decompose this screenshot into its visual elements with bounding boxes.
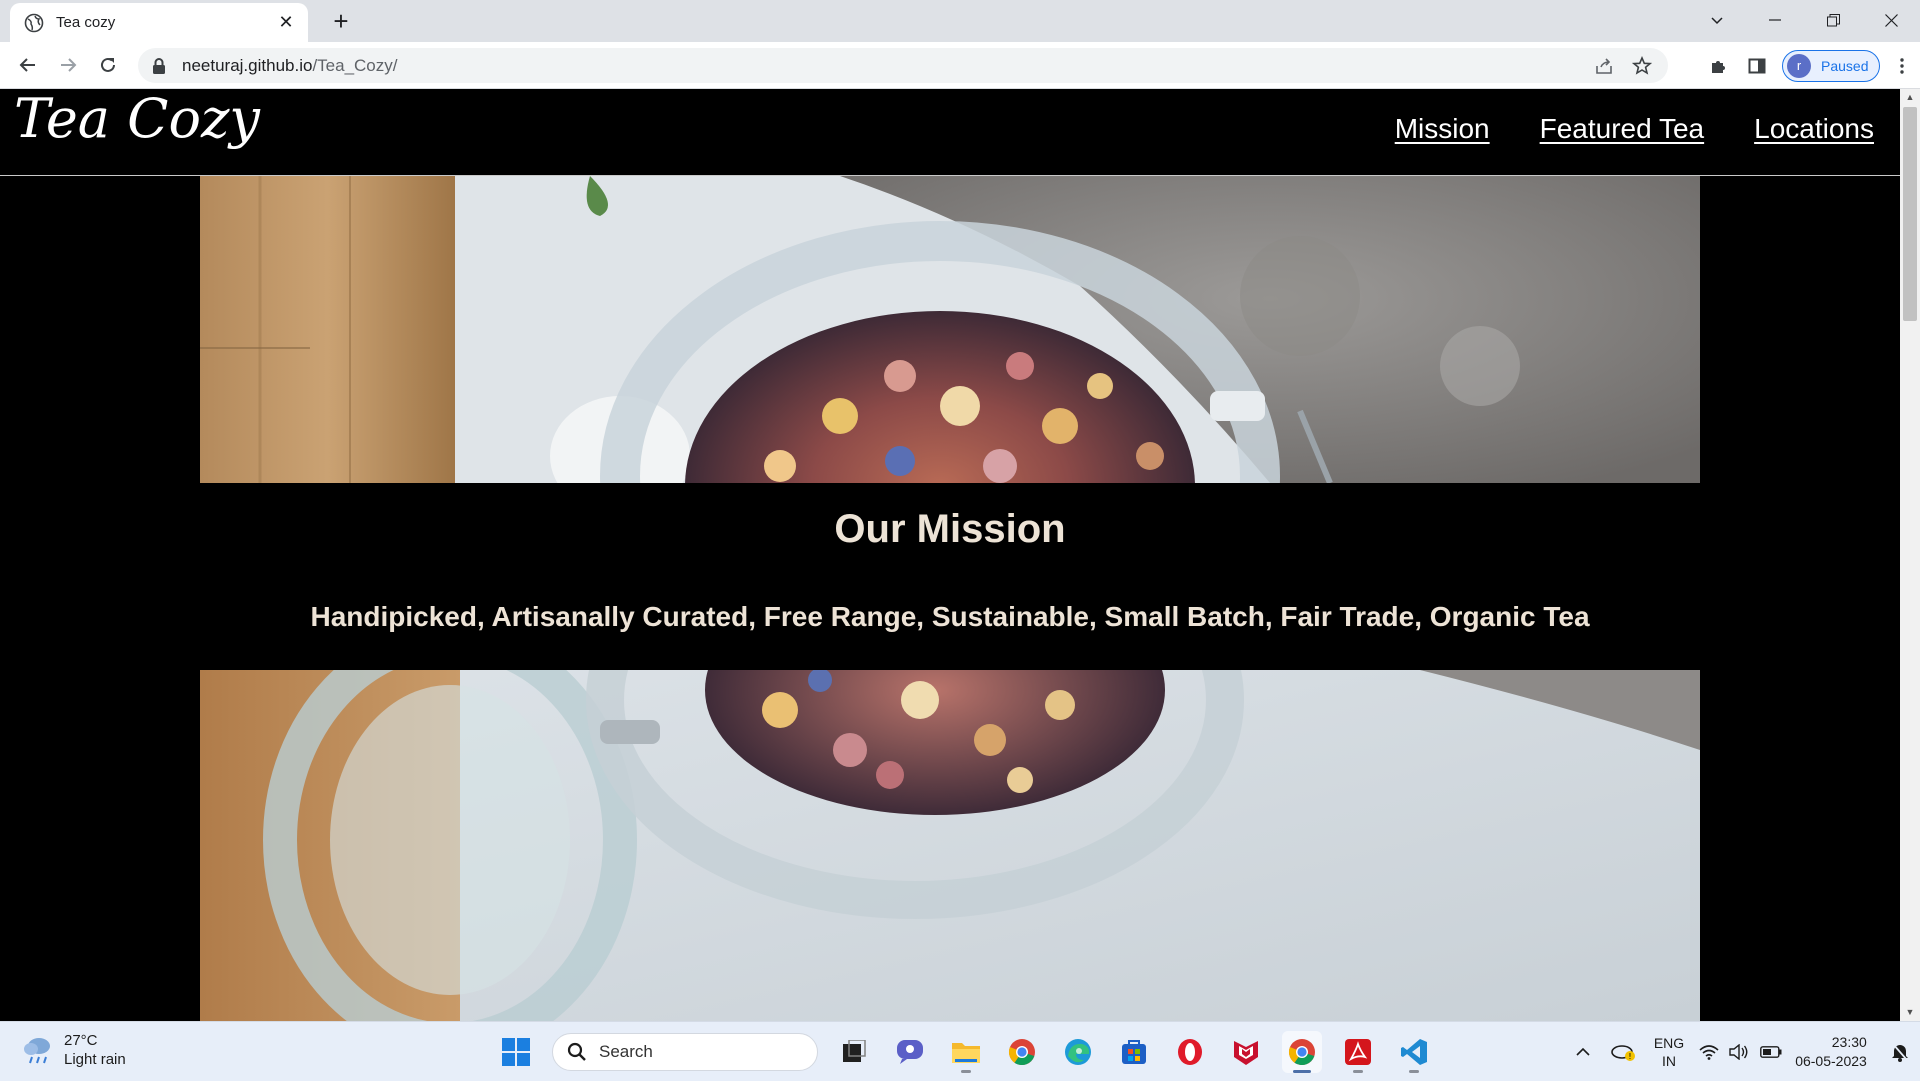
- region-code: IN: [1662, 1052, 1676, 1069]
- running-indicator: [1353, 1070, 1363, 1073]
- chrome-active-icon[interactable]: [1282, 1031, 1322, 1073]
- notification-bell-icon[interactable]: [1886, 1022, 1914, 1081]
- clock-time: 23:30: [1831, 1033, 1867, 1050]
- page-viewport: Tea Cozy Mission Featured Tea Locations: [0, 89, 1900, 1021]
- hero-image-tea-jar: [200, 176, 1700, 483]
- browser-toolbar: neeturaj.github.io/Tea_Cozy/ r Paused: [0, 42, 1920, 89]
- url-text: neeturaj.github.io/Tea_Cozy/: [182, 56, 397, 76]
- browser-tab-strip: Tea cozy ✕ +: [0, 0, 1920, 42]
- url-path: /Tea_Cozy/: [312, 55, 398, 75]
- weather-description: Light rain: [64, 1051, 126, 1068]
- teams-chat-icon[interactable]: [890, 1031, 930, 1073]
- browser-tab[interactable]: Tea cozy ✕: [10, 3, 308, 42]
- toolbar-right: r Paused: [1700, 48, 1920, 83]
- nav-link-featured-tea[interactable]: Featured Tea: [1540, 113, 1705, 145]
- url-host: neeturaj.github.io: [182, 55, 313, 75]
- battery-icon[interactable]: [1754, 1022, 1788, 1081]
- scroll-up-arrow-icon[interactable]: ▲: [1900, 89, 1920, 106]
- clock-date: 06-05-2023: [1795, 1052, 1867, 1069]
- scrollbar-thumb[interactable]: [1903, 107, 1917, 321]
- svg-text:!: !: [1628, 1052, 1631, 1061]
- microsoft-store-icon[interactable]: [1114, 1031, 1154, 1073]
- rain-cloud-icon: [24, 1038, 50, 1064]
- onedrive-warning-icon[interactable]: !: [1602, 1022, 1644, 1081]
- chevron-up-icon[interactable]: [1564, 1022, 1602, 1081]
- mcafee-icon[interactable]: [1226, 1031, 1266, 1073]
- vertical-scrollbar[interactable]: ▲ ▼: [1900, 89, 1920, 1021]
- clock[interactable]: 23:30 06-05-2023: [1788, 1022, 1874, 1081]
- extensions-puzzle-icon[interactable]: [1700, 48, 1738, 83]
- taskbar-search[interactable]: Search: [552, 1033, 818, 1071]
- weather-temperature: 27°C: [64, 1032, 98, 1049]
- reload-icon[interactable]: [92, 49, 124, 81]
- profile-status: Paused: [1821, 57, 1869, 74]
- mission-title: Our Mission: [834, 507, 1066, 551]
- taskbar-apps: Search: [496, 1029, 1434, 1075]
- running-indicator: [961, 1070, 971, 1073]
- speaker-icon[interactable]: [1724, 1022, 1754, 1081]
- chrome-icon[interactable]: [1002, 1031, 1042, 1073]
- wifi-icon[interactable]: [1694, 1022, 1724, 1081]
- search-icon: [567, 1042, 586, 1061]
- windows-start-icon[interactable]: [496, 1031, 536, 1073]
- side-panel-icon[interactable]: [1738, 48, 1776, 83]
- active-indicator: [1293, 1070, 1311, 1073]
- site-nav: Mission Featured Tea Locations: [1395, 113, 1874, 145]
- task-view-icon[interactable]: [834, 1031, 874, 1073]
- acrobat-icon[interactable]: [1338, 1031, 1378, 1073]
- vscode-icon[interactable]: [1394, 1031, 1434, 1073]
- back-arrow-icon[interactable]: [12, 49, 44, 81]
- tab-close-icon[interactable]: ✕: [276, 12, 296, 33]
- restore-button[interactable]: [1804, 0, 1862, 40]
- opera-icon[interactable]: [1170, 1031, 1210, 1073]
- tab-search-icon[interactable]: [1688, 0, 1746, 40]
- site-header: Tea Cozy Mission Featured Tea Locations: [0, 89, 1900, 176]
- profile-button[interactable]: r Paused: [1782, 49, 1880, 82]
- kebab-menu-icon[interactable]: [1890, 48, 1914, 83]
- window-controls: [1688, 0, 1920, 40]
- scroll-down-arrow-icon[interactable]: ▼: [1900, 1004, 1920, 1021]
- taskbar-search-label: Search: [599, 1042, 653, 1061]
- address-bar[interactable]: neeturaj.github.io/Tea_Cozy/: [138, 48, 1668, 83]
- system-tray: ! ENG IN 23:30 06-05-2023: [1564, 1022, 1920, 1081]
- weather-widget[interactable]: 27°C Light rain: [22, 1031, 126, 1069]
- mission-subtitle: Handipicked, Artisanally Curated, Free R…: [310, 601, 1590, 632]
- close-window-button[interactable]: [1862, 0, 1920, 40]
- tab-title: Tea cozy: [56, 14, 116, 31]
- nav-link-mission[interactable]: Mission: [1395, 113, 1490, 145]
- bookmark-star-icon[interactable]: [1632, 55, 1652, 76]
- language-indicator[interactable]: ENG IN: [1644, 1022, 1694, 1081]
- running-indicator: [1409, 1070, 1419, 1073]
- forward-arrow-icon[interactable]: [52, 49, 84, 81]
- new-tab-button[interactable]: +: [326, 6, 356, 36]
- avatar: r: [1787, 53, 1811, 78]
- lock-icon: [153, 57, 165, 74]
- share-icon[interactable]: [1594, 56, 1614, 76]
- minimize-button[interactable]: [1746, 0, 1804, 40]
- edge-icon[interactable]: [1058, 1031, 1098, 1073]
- mission-image-open-jar: [200, 670, 1700, 1021]
- site-logo[interactable]: Tea Cozy: [14, 89, 260, 150]
- language-code: ENG: [1653, 1034, 1685, 1051]
- globe-icon: [24, 13, 44, 32]
- nav-link-locations[interactable]: Locations: [1754, 113, 1874, 145]
- windows-taskbar: 27°C Light rain Search ! ENG IN 23:30 06…: [0, 1021, 1920, 1081]
- file-explorer-icon[interactable]: [946, 1031, 986, 1073]
